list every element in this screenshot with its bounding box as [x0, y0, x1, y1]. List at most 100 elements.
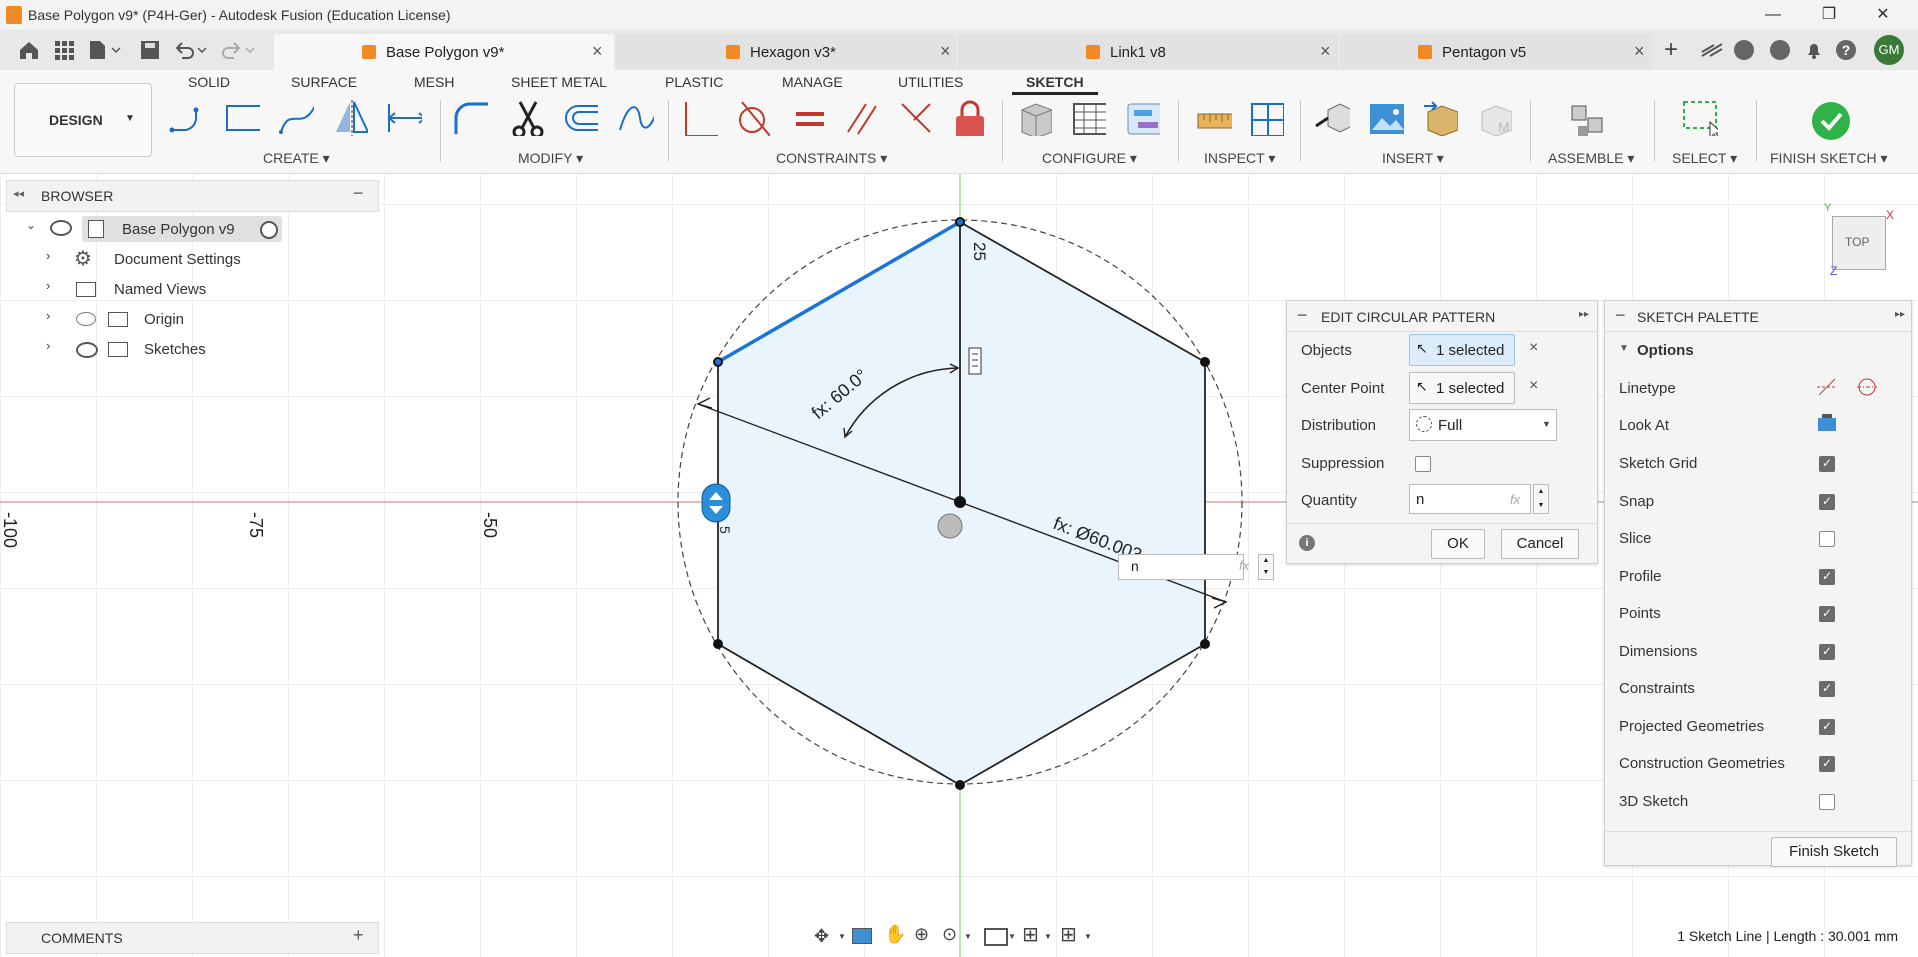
clear-center-icon[interactable]: × — [1529, 377, 1538, 395]
rectangle-tool-icon[interactable] — [224, 100, 260, 136]
chevron-down-icon[interactable]: ⌄ — [26, 218, 36, 232]
collapse-panel-icon[interactable]: ◂◂ — [13, 187, 24, 200]
suppression-checkbox[interactable] — [1415, 456, 1431, 472]
viewports-icon[interactable]: ⊞ — [1060, 922, 1077, 947]
curve-tool-icon[interactable] — [618, 100, 654, 136]
group-inspect[interactable]: INSPECT ▾ — [1204, 150, 1275, 167]
notifications-bell-icon[interactable] — [1804, 40, 1824, 60]
palette-option-checkbox[interactable] — [1819, 681, 1835, 697]
group-modify[interactable]: MODIFY ▾ — [518, 150, 583, 167]
info-icon[interactable]: i — [1299, 535, 1315, 551]
perpendicular-constraint-icon[interactable] — [898, 100, 934, 136]
insert-mcmaster-icon[interactable]: M — [1476, 100, 1512, 136]
cancel-button[interactable]: Cancel — [1501, 529, 1579, 559]
look-at-nav-icon[interactable] — [852, 928, 872, 944]
group-create[interactable]: CREATE ▾ — [263, 150, 330, 167]
palette-option-checkbox[interactable] — [1819, 531, 1835, 547]
tab-manage[interactable]: MANAGE — [782, 74, 843, 90]
hidden-eye-icon[interactable] — [76, 312, 96, 326]
tab-sketch[interactable]: SKETCH — [1012, 74, 1098, 95]
chevron-down-icon[interactable]: ▼ — [1044, 932, 1052, 941]
minimize-button[interactable]: — — [1750, 0, 1796, 30]
pan-hand-icon[interactable]: ✋ — [884, 924, 906, 945]
tab-plastic[interactable]: PLASTIC — [665, 74, 723, 90]
tab-close-icon[interactable]: × — [592, 41, 603, 62]
tab-pentagon[interactable]: Pentagon v5 × — [1340, 34, 1652, 70]
palette-option-checkbox[interactable] — [1819, 568, 1835, 585]
data-panel-icon[interactable] — [1700, 42, 1724, 58]
group-constraints[interactable]: CONSTRAINTS ▾ — [776, 150, 887, 167]
fx-icon[interactable]: fx — [1510, 492, 1520, 507]
selected-point[interactable] — [715, 359, 721, 365]
help-icon[interactable]: ? — [1836, 40, 1856, 60]
expand-palette-icon[interactable]: ▸▸ — [1895, 309, 1905, 320]
fix-lock-icon[interactable] — [952, 100, 988, 136]
grid-snap-icon[interactable]: ⊞ — [1022, 922, 1039, 947]
palette-option-checkbox[interactable] — [1819, 606, 1835, 622]
coincident-constraint-icon[interactable] — [682, 100, 718, 136]
trim-scissors-icon[interactable] — [508, 100, 544, 136]
palette-option-checkbox[interactable] — [1819, 756, 1835, 772]
save-icon[interactable] — [140, 40, 160, 60]
quantity-spin-handle[interactable] — [701, 483, 731, 523]
workspace-switcher-button[interactable]: DESIGN ▼ — [14, 83, 152, 157]
tab-hexagon[interactable]: Hexagon v3* × — [616, 34, 956, 70]
group-select[interactable]: SELECT ▾ — [1672, 150, 1737, 167]
spline-tool-icon[interactable] — [278, 100, 314, 136]
group-configure[interactable]: CONFIGURE ▾ — [1042, 150, 1137, 167]
insert-canvas-image-icon[interactable] — [1368, 100, 1404, 136]
centerline-linetype-icon[interactable] — [1855, 375, 1879, 399]
view-cube-face-top[interactable]: TOP — [1832, 216, 1886, 270]
maximize-button[interactable]: ❐ — [1806, 0, 1852, 30]
finish-sketch-button[interactable]: Finish Sketch — [1771, 837, 1897, 867]
fillet-tool-icon[interactable] — [452, 100, 488, 136]
orbit-icon[interactable]: ✥ — [814, 926, 829, 947]
fit-icon[interactable]: ⊙ — [942, 924, 957, 945]
tab-utilities[interactable]: UTILITIES — [898, 74, 963, 90]
tab-close-icon[interactable]: × — [1634, 41, 1645, 62]
line-tool-icon[interactable] — [168, 100, 204, 136]
group-finish-sketch[interactable]: FINISH SKETCH ▾ — [1770, 150, 1888, 167]
fx-icon[interactable]: fx — [1239, 558, 1249, 573]
tab-sheet-metal[interactable]: SHEET METAL — [511, 74, 607, 90]
close-window-button[interactable]: ✕ — [1860, 0, 1906, 30]
visibility-eye-icon[interactable] — [50, 220, 72, 236]
file-menu-icon[interactable] — [88, 40, 122, 60]
distribution-dropdown[interactable]: Full ▼ — [1409, 409, 1557, 441]
chevron-down-icon[interactable]: ▼ — [1008, 932, 1016, 941]
palette-option-checkbox[interactable] — [1819, 456, 1835, 472]
parallel-constraint-icon[interactable] — [844, 100, 880, 136]
expand-dialog-icon[interactable]: ▸▸ — [1579, 309, 1589, 320]
collapse-dialog-icon[interactable]: − — [1297, 305, 1308, 326]
configure-box-icon[interactable] — [1016, 100, 1052, 136]
chevron-right-icon[interactable]: › — [46, 278, 50, 293]
section-analysis-icon[interactable] — [1248, 100, 1284, 136]
construction-linetype-icon[interactable] — [1815, 375, 1839, 399]
finish-sketch-check-icon[interactable] — [1812, 102, 1850, 140]
chevron-down-icon[interactable]: ▼ — [964, 932, 972, 941]
browser-panel-header[interactable]: ◂◂ BROWSER − — [6, 180, 379, 212]
chevron-down-icon[interactable]: ▼ — [1084, 932, 1092, 941]
display-settings-icon[interactable] — [984, 928, 1008, 946]
home-icon[interactable] — [18, 40, 40, 60]
tab-surface[interactable]: SURFACE — [291, 74, 357, 90]
tab-base-polygon[interactable]: Base Polygon v9* × — [274, 34, 614, 70]
new-tab-plus-icon[interactable]: + — [1664, 36, 1678, 64]
vertical-dimension-label[interactable]: 25 — [970, 242, 989, 261]
inline-quantity-input[interactable]: n fx — [1118, 554, 1249, 580]
tab-link1[interactable]: Link1 v8 × — [958, 34, 1338, 70]
quantity-input[interactable]: n fx — [1409, 484, 1531, 514]
chevron-right-icon[interactable]: › — [46, 248, 50, 263]
select-window-icon[interactable] — [1682, 100, 1718, 136]
chevron-right-icon[interactable]: › — [46, 338, 50, 353]
ok-button[interactable]: OK — [1431, 529, 1485, 559]
palette-option-checkbox[interactable] — [1819, 718, 1835, 735]
objects-select-button[interactable]: ↖ 1 selected — [1409, 334, 1515, 366]
center-manipulator-icon[interactable] — [937, 513, 963, 539]
tab-close-icon[interactable]: × — [940, 41, 951, 62]
offset-tool-icon[interactable] — [562, 100, 598, 136]
tab-mesh[interactable]: MESH — [414, 74, 454, 90]
clear-objects-icon[interactable]: × — [1529, 339, 1538, 357]
add-comment-icon[interactable]: + — [353, 925, 364, 946]
view-cube[interactable]: TOP X Y Z — [1820, 202, 1894, 278]
